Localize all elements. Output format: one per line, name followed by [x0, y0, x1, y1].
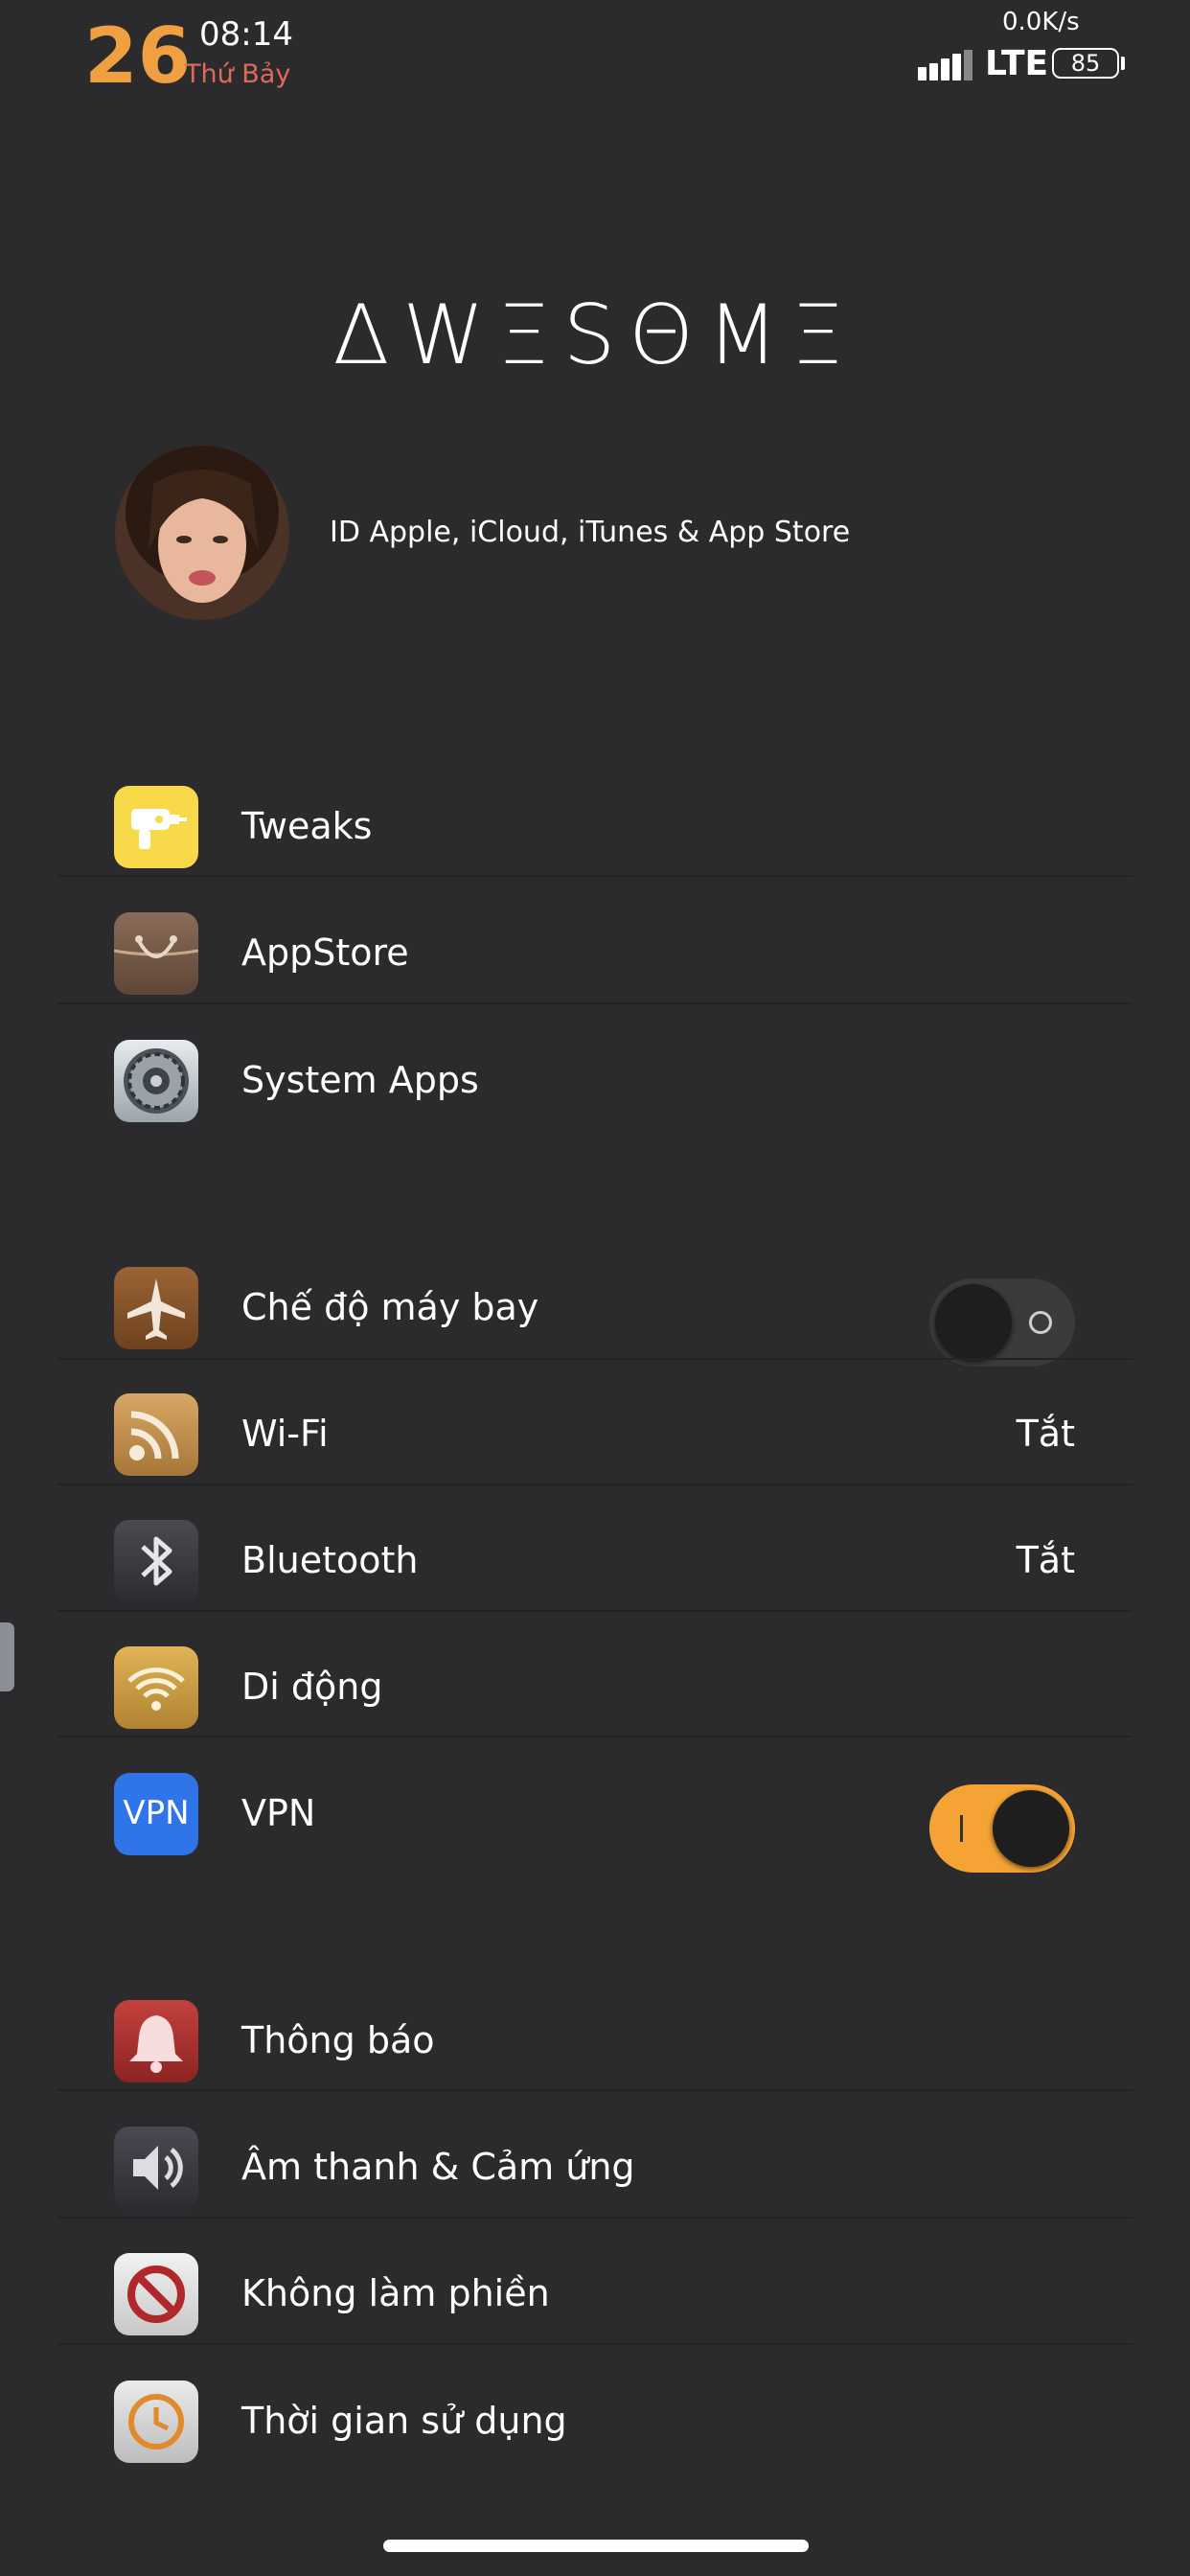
- row-notifications[interactable]: Thông báo: [57, 1962, 1133, 2088]
- bluetooth-status: Tắt: [1016, 1539, 1075, 1581]
- screen-time-icon: [114, 2380, 198, 2463]
- toggle-on-indicator: [960, 1815, 963, 1842]
- row-airplane-mode[interactable]: Chế độ máy bay: [57, 1229, 1133, 1367]
- vpn-icon-text: VPN: [123, 1794, 190, 1832]
- bluetooth-icon: [114, 1520, 198, 1602]
- row-tweaks[interactable]: Tweaks: [57, 748, 1133, 874]
- bell-icon: [114, 2000, 198, 2082]
- row-vpn[interactable]: VPN VPN: [57, 1735, 1133, 1873]
- home-indicator[interactable]: [383, 2540, 809, 2552]
- row-label: Thông báo: [241, 2019, 435, 2061]
- row-appstore[interactable]: AppStore: [57, 874, 1133, 1000]
- speaker-icon: [114, 2127, 198, 2209]
- gear-icon: [114, 1040, 198, 1122]
- toggle-off-indicator: [1029, 1311, 1052, 1334]
- airplane-mode-toggle[interactable]: [929, 1278, 1075, 1367]
- shopping-bag-icon: [114, 912, 198, 995]
- airplane-icon: [114, 1267, 198, 1349]
- status-day: 26: [84, 12, 192, 101]
- vpn-toggle[interactable]: [929, 1784, 1075, 1873]
- row-system-apps[interactable]: System Apps: [57, 1001, 1133, 1128]
- row-label: Thời gian sử dụng: [241, 2400, 567, 2442]
- battery-tip: [1121, 57, 1125, 70]
- network-type: LTE: [985, 44, 1049, 83]
- avatar[interactable]: [115, 446, 289, 620]
- row-label: Chế độ máy bay: [241, 1286, 539, 1328]
- net-speed: 0.0K/s: [1002, 8, 1080, 36]
- do-not-disturb-icon: [114, 2253, 198, 2335]
- battery-icon: 85: [1052, 48, 1119, 79]
- row-bluetooth[interactable]: Bluetooth Tắt: [57, 1482, 1133, 1608]
- side-drawer-handle[interactable]: [0, 1620, 17, 1694]
- row-label: System Apps: [241, 1059, 479, 1101]
- wifi-icon: [114, 1393, 198, 1476]
- row-sounds[interactable]: Âm thanh & Cảm ứng: [57, 2088, 1133, 2215]
- drill-icon: [114, 786, 198, 868]
- row-label: Di động: [241, 1666, 383, 1708]
- status-time: 08:14: [199, 15, 293, 54]
- row-label: Âm thanh & Cảm ứng: [241, 2146, 635, 2188]
- row-do-not-disturb[interactable]: Không làm phiền: [57, 2215, 1133, 2341]
- vpn-icon: VPN: [114, 1773, 198, 1855]
- row-label: AppStore: [241, 932, 409, 974]
- toggle-knob: [935, 1284, 1012, 1361]
- row-label: Tweaks: [241, 805, 373, 847]
- toggle-knob: [993, 1790, 1069, 1867]
- row-label: Wi-Fi: [241, 1413, 329, 1455]
- cellular-icon: [114, 1646, 198, 1729]
- row-cellular[interactable]: Di động: [57, 1608, 1133, 1735]
- wifi-status: Tắt: [1016, 1413, 1075, 1455]
- row-label: Không làm phiền: [241, 2272, 550, 2314]
- signal-icon: [918, 50, 973, 80]
- row-label: VPN: [241, 1792, 316, 1834]
- row-screen-time[interactable]: Thời gian sử dụng: [57, 2342, 1133, 2469]
- apple-id-label[interactable]: ID Apple, iCloud, iTunes & App Store: [330, 516, 850, 549]
- status-bar: 26 08:14 Thứ Bảy 0.0K/s LTE 85: [0, 0, 1190, 105]
- status-weekday: Thứ Bảy: [185, 59, 291, 89]
- row-label: Bluetooth: [241, 1539, 419, 1581]
- row-wifi[interactable]: Wi-Fi Tắt: [57, 1355, 1133, 1482]
- awesome-logo: ΔWΞSΘMΞ: [332, 288, 858, 383]
